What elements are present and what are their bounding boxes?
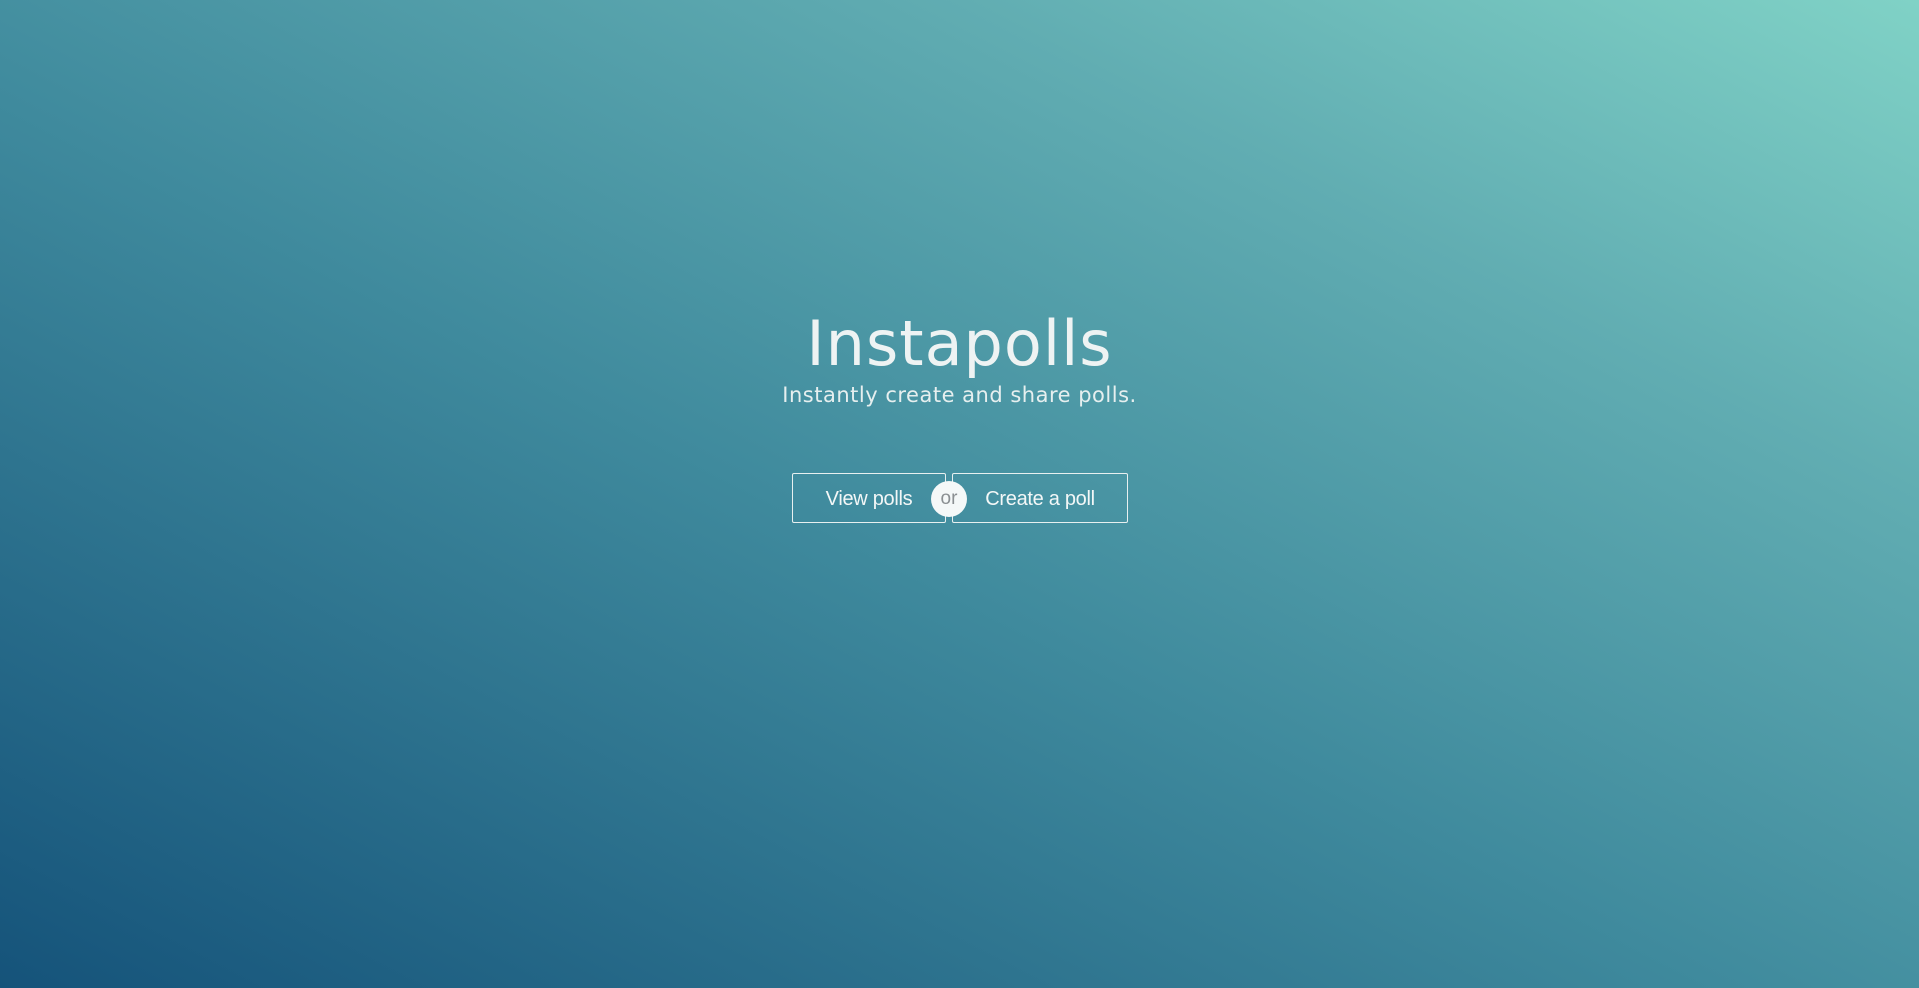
hero-section: Instapolls Instantly create and share po…: [0, 0, 1919, 988]
create-poll-button[interactable]: Create a poll: [952, 473, 1128, 523]
view-polls-button[interactable]: View polls: [792, 473, 946, 523]
page-subtitle: Instantly create and share polls.: [782, 383, 1137, 407]
or-separator: or: [931, 481, 967, 517]
page-title: Instapolls: [806, 307, 1113, 380]
